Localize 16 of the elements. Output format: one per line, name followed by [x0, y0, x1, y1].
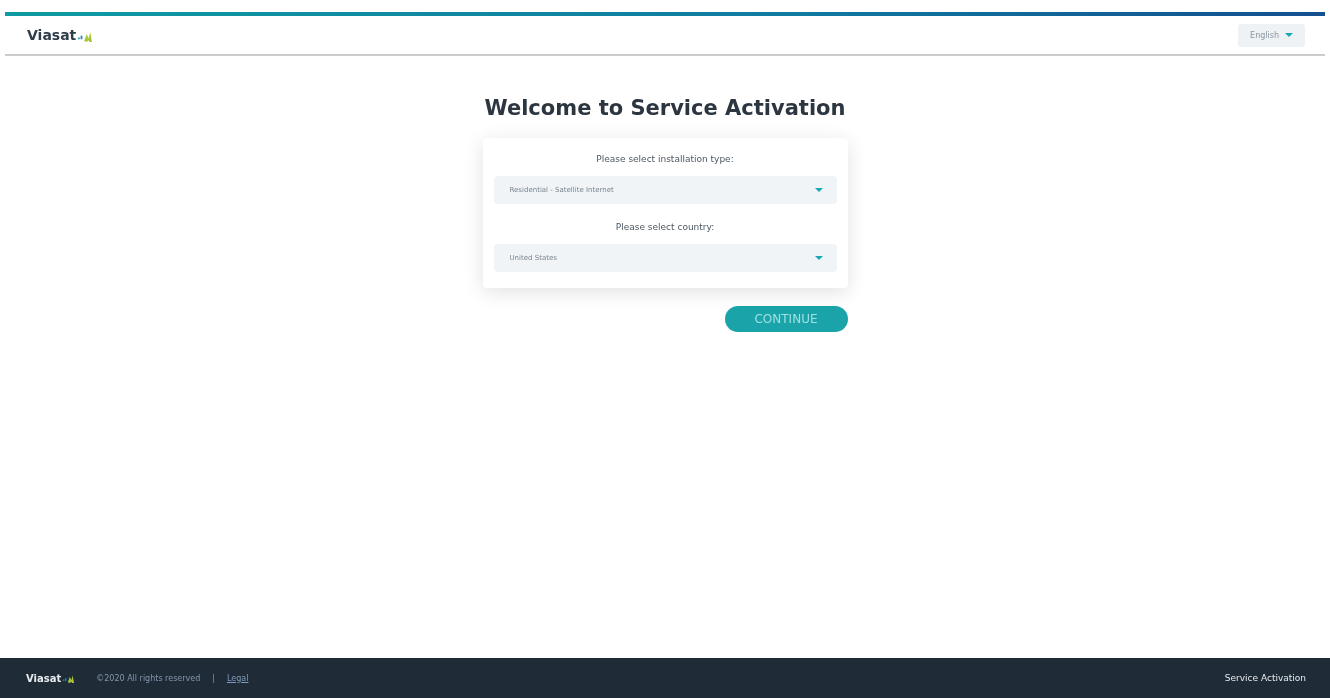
- field-label: Please select country:: [615, 222, 715, 232]
- page-title: Welcome to Service Activation: [484, 96, 846, 120]
- copyright-text: ©2020 All rights reserved: [96, 673, 201, 683]
- logo-text: Viasat: [27, 27, 77, 43]
- logo-mark-icon: [78, 32, 93, 43]
- separator: |: [212, 673, 215, 683]
- caret-icon: [1285, 33, 1293, 37]
- field-label: Please select installation type:: [596, 154, 734, 164]
- language-dropdown[interactable]: English: [1238, 23, 1305, 47]
- app-name: Service Activation: [1224, 673, 1306, 683]
- logo-text: Viasat: [26, 672, 62, 684]
- logo-mark-icon: [63, 674, 75, 684]
- legal-link[interactable]: Legal: [226, 673, 249, 683]
- caret-icon: [814, 256, 823, 260]
- continue-button[interactable]: CONTINUE: [724, 306, 848, 332]
- caret-icon: [814, 188, 823, 192]
